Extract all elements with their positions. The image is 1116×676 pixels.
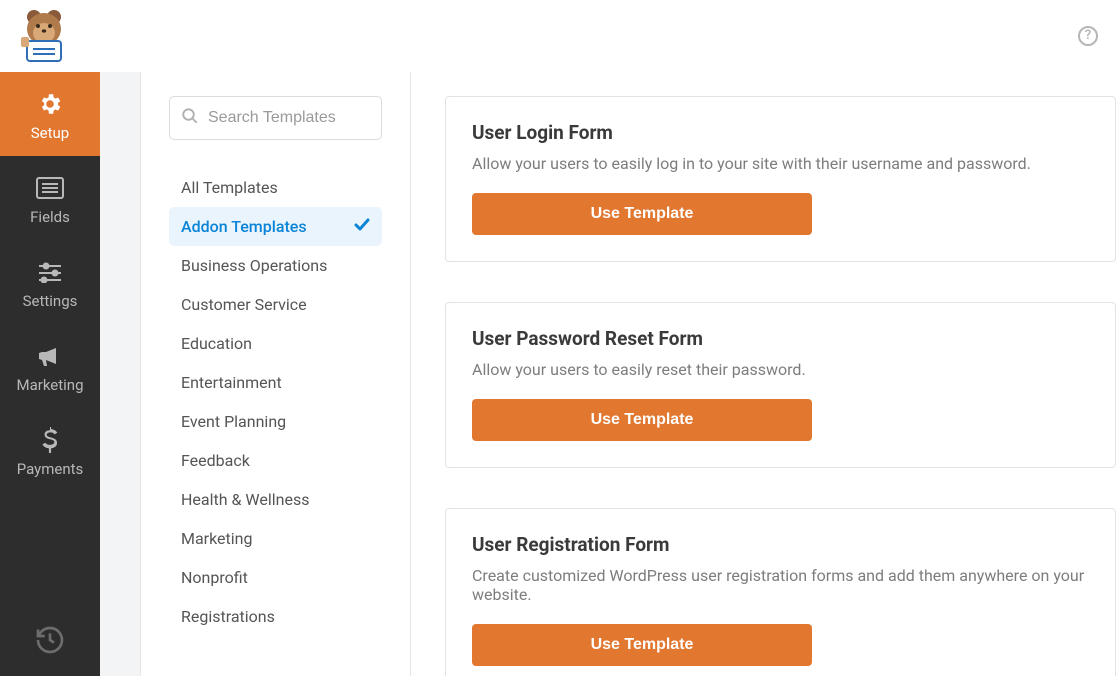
category-label: Health & Wellness [181,490,309,509]
category-item[interactable]: Feedback [169,441,382,480]
templates-column: User Login Form Allow your users to easi… [411,72,1116,676]
search-input[interactable] [169,96,382,140]
category-label: Education [181,334,252,353]
category-label: Business Operations [181,256,327,275]
category-item[interactable]: Health & Wellness [169,480,382,519]
history-icon [34,626,66,654]
template-search [169,96,382,140]
nav-payments[interactable]: Payments [0,408,100,492]
template-title: User Password Reset Form [472,327,1089,350]
category-label: All Templates [181,178,278,197]
category-label: Event Planning [181,412,286,431]
template-desc: Allow your users to easily log in to you… [472,154,1089,173]
category-label: Feedback [181,451,250,470]
help-icon[interactable]: ? [1078,26,1098,46]
category-item[interactable]: Marketing [169,519,382,558]
category-label: Nonprofit [181,568,248,587]
gear-icon [37,90,63,118]
category-item[interactable]: Entertainment [169,363,382,402]
category-item[interactable]: Event Planning [169,402,382,441]
category-label: Addon Templates [181,217,307,236]
category-item[interactable]: Addon Templates [169,207,382,246]
category-label: Marketing [181,529,252,548]
use-template-button[interactable]: Use Template [472,624,812,666]
template-desc: Allow your users to easily reset their p… [472,360,1089,379]
category-item[interactable]: Business Operations [169,246,382,285]
nav-history[interactable] [0,610,100,676]
category-item[interactable]: Customer Service [169,285,382,324]
template-title: User Registration Form [472,533,1089,556]
bullhorn-icon [37,342,63,370]
search-icon [181,107,199,129]
nav-label: Setup [31,124,69,142]
setup-panel: All Templates Addon Templates Business O… [140,72,1116,676]
category-item[interactable]: Education [169,324,382,363]
nav-label: Settings [23,292,78,310]
category-label: Customer Service [181,295,307,314]
brand-logo [14,6,74,66]
content-shell: All Templates Addon Templates Business O… [100,72,1116,676]
check-icon [354,217,370,236]
template-card: User Registration Form Create customized… [445,508,1116,676]
dollar-icon [41,426,59,454]
nav-marketing[interactable]: Marketing [0,324,100,408]
category-item[interactable]: All Templates [169,168,382,207]
top-bar: ? [0,0,1116,72]
category-item[interactable]: Nonprofit [169,558,382,597]
category-label: Registrations [181,607,275,626]
nav-setup[interactable]: Setup [0,72,100,156]
nav-label: Marketing [16,376,83,394]
category-list: All Templates Addon Templates Business O… [169,168,382,636]
nav-label: Payments [17,460,84,478]
template-card: User Login Form Allow your users to easi… [445,96,1116,262]
nav-label: Fields [30,208,70,226]
category-label: Entertainment [181,373,282,392]
sliders-icon [37,258,63,286]
nav-settings[interactable]: Settings [0,240,100,324]
nav-bottom [0,610,100,676]
use-template-button[interactable]: Use Template [472,399,812,441]
template-desc: Create customized WordPress user registr… [472,566,1089,604]
template-title: User Login Form [472,121,1089,144]
template-card: User Password Reset Form Allow your user… [445,302,1116,468]
nav-fields[interactable]: Fields [0,156,100,240]
category-item[interactable]: Registrations [169,597,382,636]
list-icon [36,174,64,202]
use-template-button[interactable]: Use Template [472,193,812,235]
left-nav: Setup Fields Settings Marketing Payments [0,72,100,676]
category-column: All Templates Addon Templates Business O… [141,72,411,676]
